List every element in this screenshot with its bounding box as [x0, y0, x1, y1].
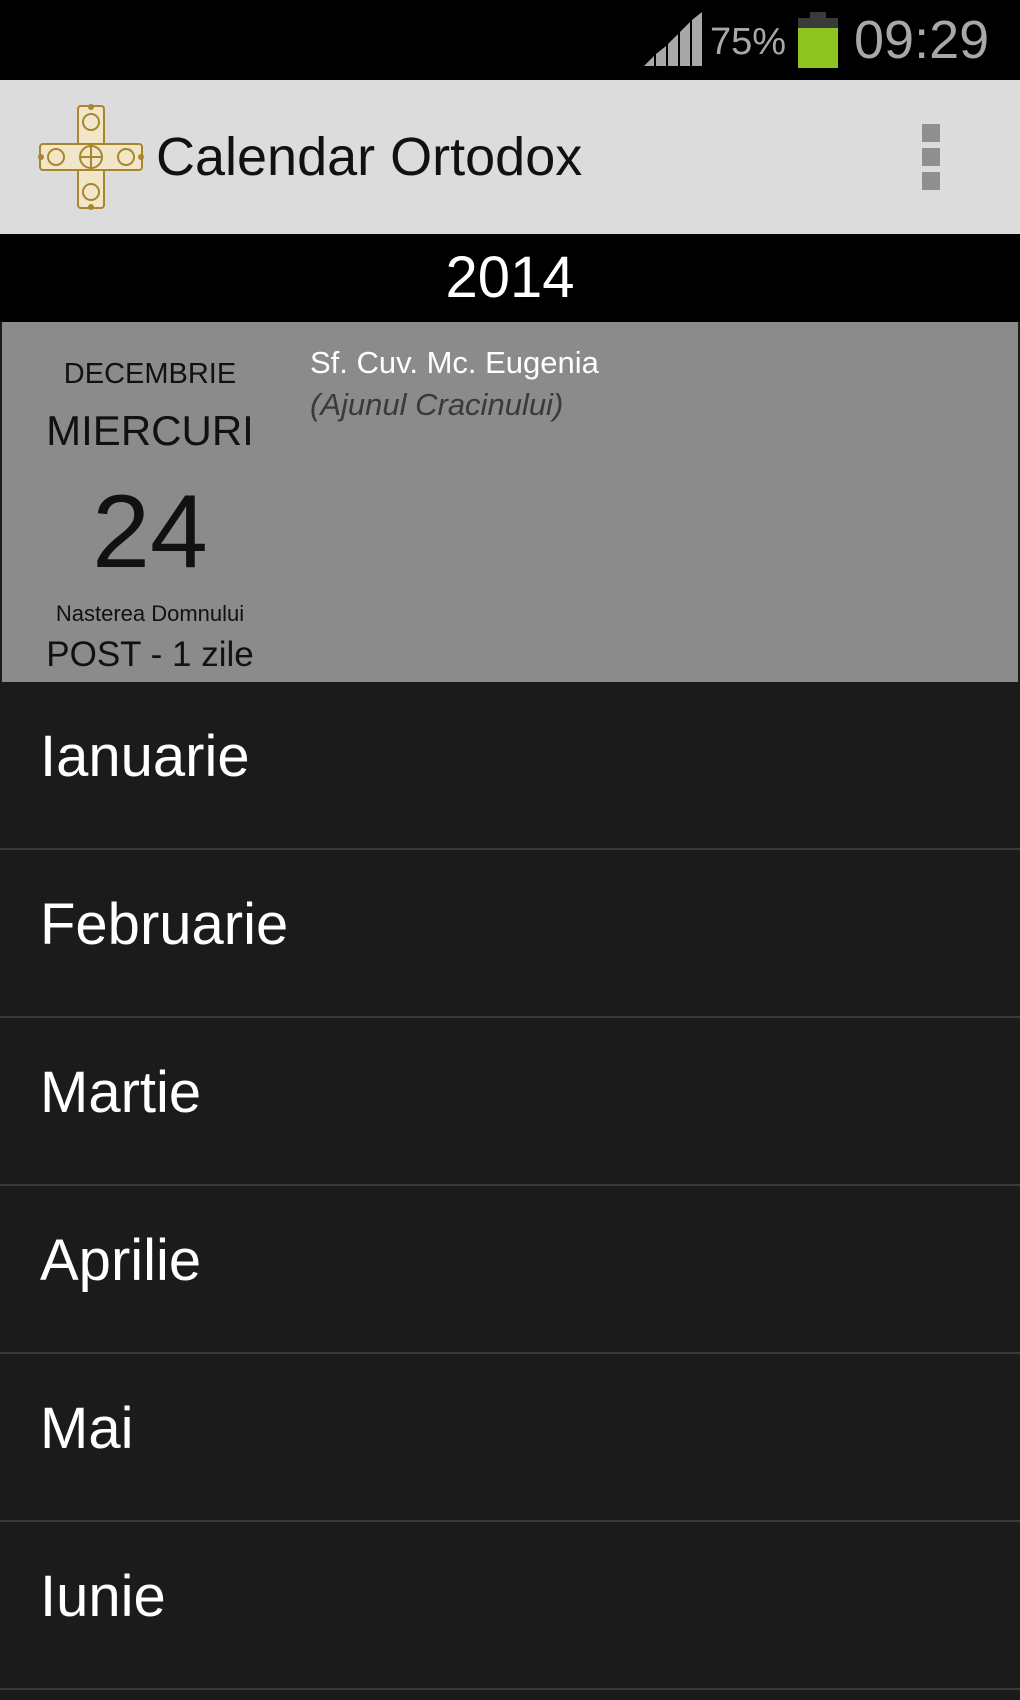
today-feast-block: Sf. Cuv. Mc. Eugenia (Ajunul Cracinului) — [310, 342, 1010, 426]
action-bar: Calendar Ortodox — [0, 80, 1020, 234]
month-list: Ianuarie Februarie Martie Aprilie Mai Iu… — [0, 682, 1020, 1690]
app-title: Calendar Ortodox — [156, 127, 583, 187]
month-item-ianuarie[interactable]: Ianuarie — [0, 682, 1020, 850]
orthodox-cross-icon[interactable] — [38, 104, 144, 210]
month-item-iunie[interactable]: Iunie — [0, 1522, 1020, 1690]
feast-note: (Ajunul Cracinului) — [310, 387, 564, 422]
month-item-aprilie[interactable]: Aprilie — [0, 1186, 1020, 1354]
fast-days-remaining: POST - 1 zile — [46, 635, 254, 674]
fast-name: Nasterea Domnului — [55, 601, 245, 626]
battery-icon — [798, 12, 838, 68]
status-bar: 75% 09:29 — [0, 0, 1020, 80]
clock: 09:29 — [854, 10, 990, 70]
today-date-block: DECEMBRIE MIERCURI 24 Nasterea Domnului … — [2, 322, 298, 682]
saint-of-day: Sf. Cuv. Mc. Eugenia — [310, 345, 599, 380]
month-item-martie[interactable]: Martie — [0, 1018, 1020, 1186]
month-item-mai[interactable]: Mai — [0, 1354, 1020, 1522]
year-header: 2014 — [0, 234, 1020, 322]
month-item-februarie[interactable]: Februarie — [0, 850, 1020, 1018]
battery-percent: 75% — [710, 21, 787, 63]
today-weekday: MIERCURI — [46, 407, 254, 454]
signal-icon — [644, 12, 702, 66]
today-panel[interactable]: DECEMBRIE MIERCURI 24 Nasterea Domnului … — [2, 322, 1018, 682]
overflow-menu-icon[interactable] — [912, 120, 952, 194]
today-month: DECEMBRIE — [63, 358, 237, 390]
today-day-number: 24 — [92, 474, 208, 590]
